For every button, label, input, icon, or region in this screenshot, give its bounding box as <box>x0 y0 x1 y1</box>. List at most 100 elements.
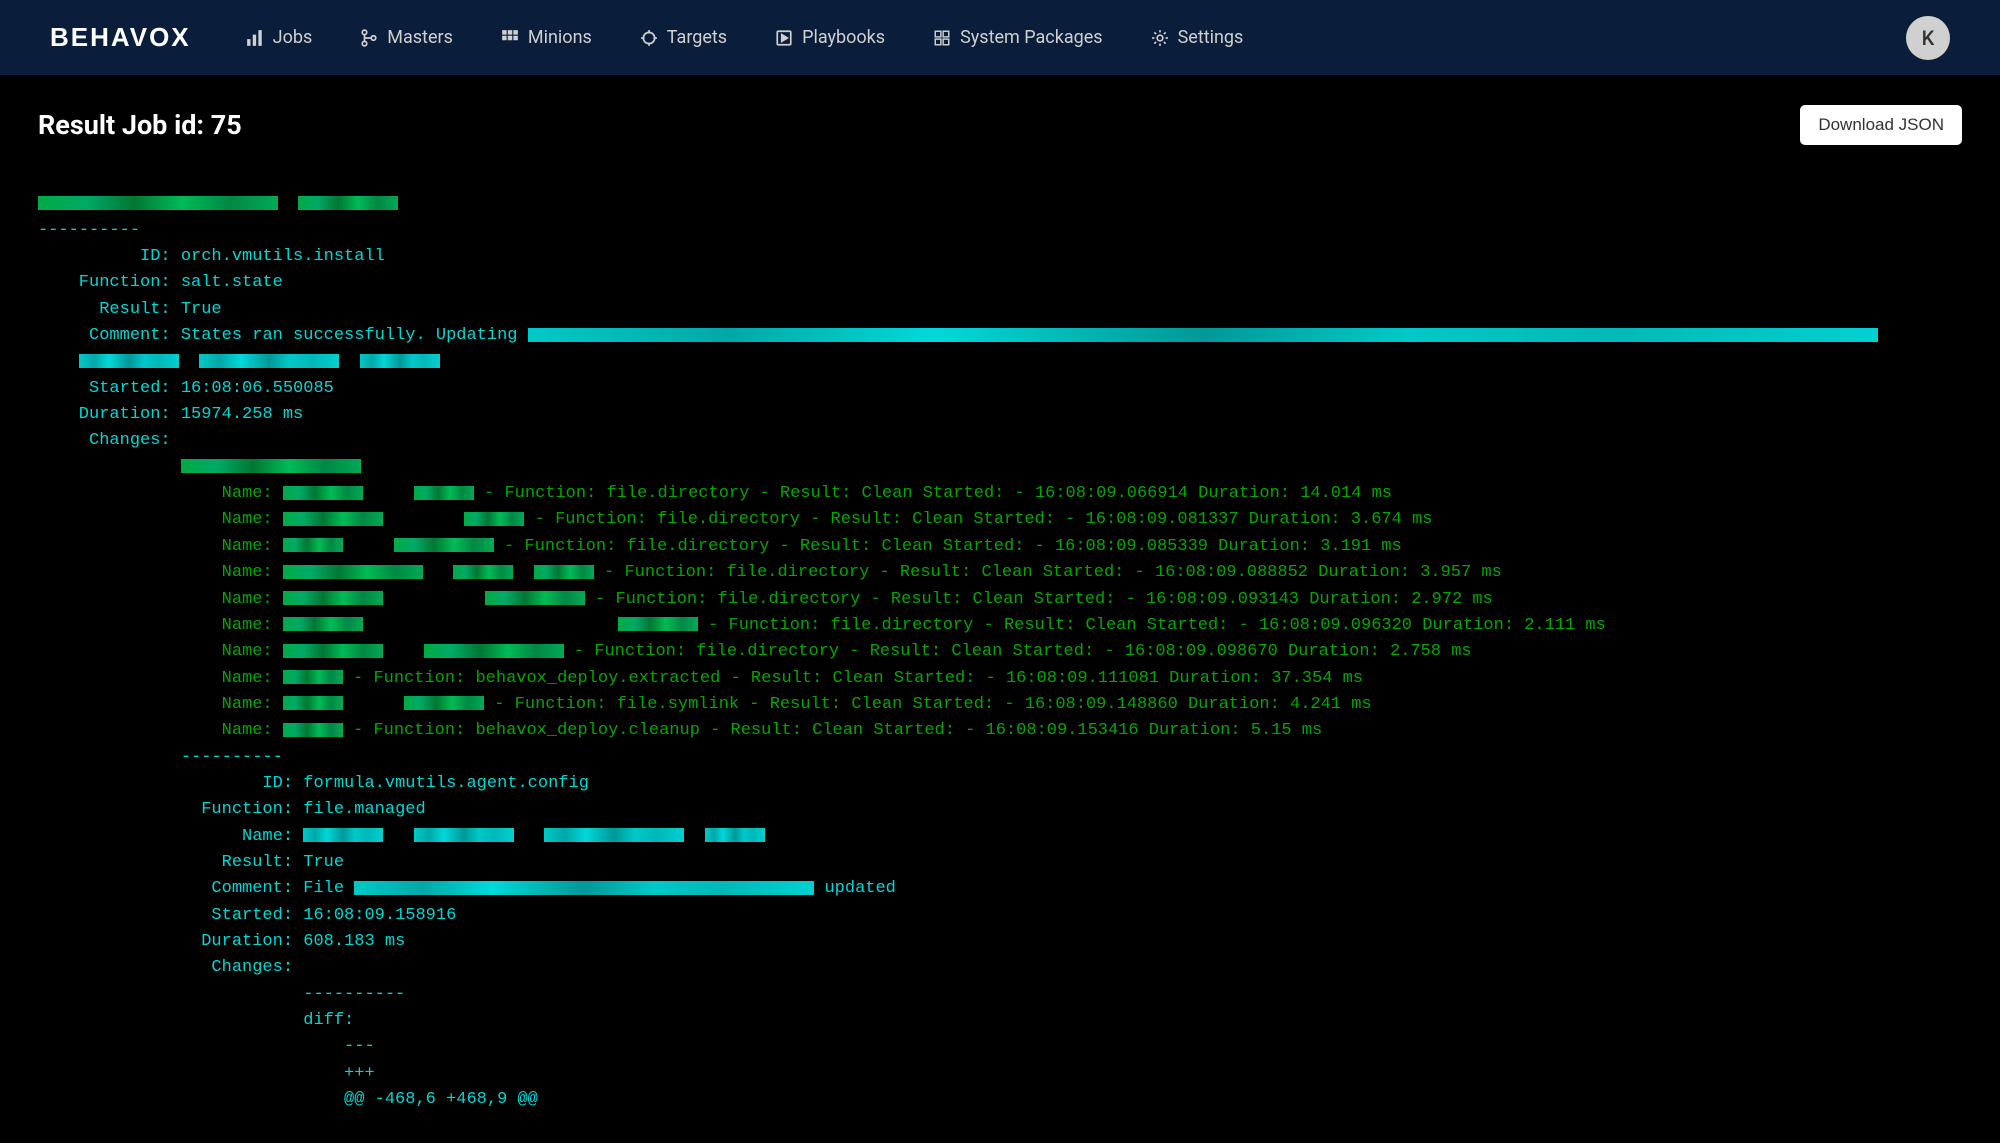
nav-masters[interactable]: Masters <box>360 27 453 48</box>
r1-start-value: 16:08:06.550085 <box>171 379 334 398</box>
r1-dur-label: Duration: <box>38 405 171 424</box>
redacted-block <box>283 565 423 579</box>
redacted-block <box>283 696 343 710</box>
r2-com-pre: File <box>293 879 354 898</box>
change-row-3-post: - Function: file.directory - Result: Cle… <box>594 563 1502 582</box>
target-icon <box>640 29 658 47</box>
change-row-3: Name: <box>38 563 283 582</box>
nav-masters-label: Masters <box>387 27 453 48</box>
change-row-6-post: - Function: file.directory - Result: Cle… <box>564 642 1472 661</box>
r1-fn-value: salt.state <box>171 273 283 292</box>
branch-icon <box>360 29 378 47</box>
redacted-block <box>303 828 383 842</box>
change-row-9-post: - Function: behavox_deploy.cleanup - Res… <box>343 721 1322 740</box>
change-row-5-post: - Function: file.directory - Result: Cle… <box>698 616 1606 635</box>
title-row: Result Job id: 75 Download JSON <box>38 105 1962 145</box>
redacted-block <box>618 617 698 631</box>
change-row-6: Name: <box>38 642 283 661</box>
redacted-block <box>283 670 343 684</box>
r1-res-label: Result: <box>38 300 171 319</box>
gear-icon <box>1151 29 1169 47</box>
r2-chg-label: Changes: <box>38 958 293 977</box>
r1-id-value: orch.vmutils.install <box>171 247 385 266</box>
r2-fn-label: Function: <box>38 800 293 819</box>
change-row-0-post: - Function: file.directory - Result: Cle… <box>474 484 1392 503</box>
redacted-block <box>528 328 1878 342</box>
chart-icon <box>246 29 264 47</box>
nav-minions[interactable]: Minions <box>501 27 592 48</box>
redacted-block <box>464 512 524 526</box>
redacted-block <box>181 459 361 473</box>
change-row-0: Name: <box>38 484 283 503</box>
divider1: ---------- <box>38 221 140 240</box>
redacted-block <box>283 538 343 552</box>
change-row-9: Name: <box>38 721 283 740</box>
r2-hunk: @@ -468,6 +468,9 @@ <box>38 1090 538 1109</box>
redacted-block <box>283 617 363 631</box>
redacted-block <box>544 828 684 842</box>
terminal-output: ---------- ID: orch.vmutils.install Func… <box>38 165 1962 1113</box>
redacted-block <box>534 565 594 579</box>
change-row-7: Name: <box>38 669 283 688</box>
redacted-block <box>414 828 514 842</box>
nav-settings-label: Settings <box>1178 27 1244 48</box>
nav-targets[interactable]: Targets <box>640 27 727 48</box>
content: Result Job id: 75 Download JSON --------… <box>0 75 2000 1143</box>
avatar[interactable]: K <box>1906 16 1950 60</box>
change-row-2-post: - Function: file.directory - Result: Cle… <box>494 537 1402 556</box>
nav-playbooks[interactable]: Playbooks <box>775 27 885 48</box>
redacted-block <box>298 196 398 210</box>
redacted-block <box>354 881 814 895</box>
r1-com-label: Comment: <box>38 326 171 345</box>
r2-com-post: updated <box>814 879 896 898</box>
redacted-block <box>283 512 383 526</box>
nav-jobs[interactable]: Jobs <box>246 27 313 48</box>
r1-fn-label: Function: <box>38 273 171 292</box>
redacted-block <box>199 354 339 368</box>
r2-id-value: formula.vmutils.agent.config <box>293 774 589 793</box>
play-icon <box>775 29 793 47</box>
r2-name-label: Name: <box>38 827 293 846</box>
redacted-block <box>404 696 484 710</box>
nav-system-packages-label: System Packages <box>960 27 1103 48</box>
r1-dur-value: 15974.258 ms <box>171 405 304 424</box>
change-row-4: Name: <box>38 590 283 609</box>
r2-res-value: True <box>293 853 344 872</box>
change-row-1-post: - Function: file.directory - Result: Cle… <box>524 510 1432 529</box>
redacted-block <box>38 196 278 210</box>
r2-id-label: ID: <box>38 774 293 793</box>
r2-start-label: Started: <box>38 906 293 925</box>
change-row-7-post: - Function: behavox_deploy.extracted - R… <box>343 669 1363 688</box>
nav-system-packages[interactable]: System Packages <box>933 27 1103 48</box>
nav-settings[interactable]: Settings <box>1151 27 1244 48</box>
package-icon <box>933 29 951 47</box>
brand-logo: BEHAVOX <box>50 22 191 53</box>
redacted-block <box>283 591 383 605</box>
change-row-5: Name: <box>38 616 283 635</box>
redacted-block <box>705 828 765 842</box>
redacted-block <box>453 565 513 579</box>
r2-inner-div: ---------- <box>38 985 405 1004</box>
r2-dur-value: 608.183 ms <box>293 932 405 951</box>
r1-chg-label: Changes: <box>38 431 171 450</box>
redacted-block <box>424 644 564 658</box>
r1-res-value: True <box>171 300 222 319</box>
redacted-block <box>283 644 383 658</box>
redacted-block <box>414 486 474 500</box>
nav-playbooks-label: Playbooks <box>802 27 885 48</box>
r2-dur-label: Duration: <box>38 932 293 951</box>
change-row-4-post: - Function: file.directory - Result: Cle… <box>585 590 1493 609</box>
grid-icon <box>501 29 519 47</box>
download-json-button[interactable]: Download JSON <box>1800 105 1962 145</box>
nav-items: Jobs Masters Minions Targets Playbooks S… <box>246 27 1906 48</box>
change-row-2: Name: <box>38 537 283 556</box>
nav-minions-label: Minions <box>528 27 592 48</box>
redacted-block <box>360 354 440 368</box>
r2-minus: --- <box>38 1037 375 1056</box>
r2-plus: +++ <box>38 1064 375 1083</box>
nav-targets-label: Targets <box>667 27 727 48</box>
page-title: Result Job id: 75 <box>38 109 242 141</box>
change-row-8-post: - Function: file.symlink - Result: Clean… <box>484 695 1372 714</box>
r2-fn-value: file.managed <box>293 800 426 819</box>
r1-start-label: Started: <box>38 379 171 398</box>
